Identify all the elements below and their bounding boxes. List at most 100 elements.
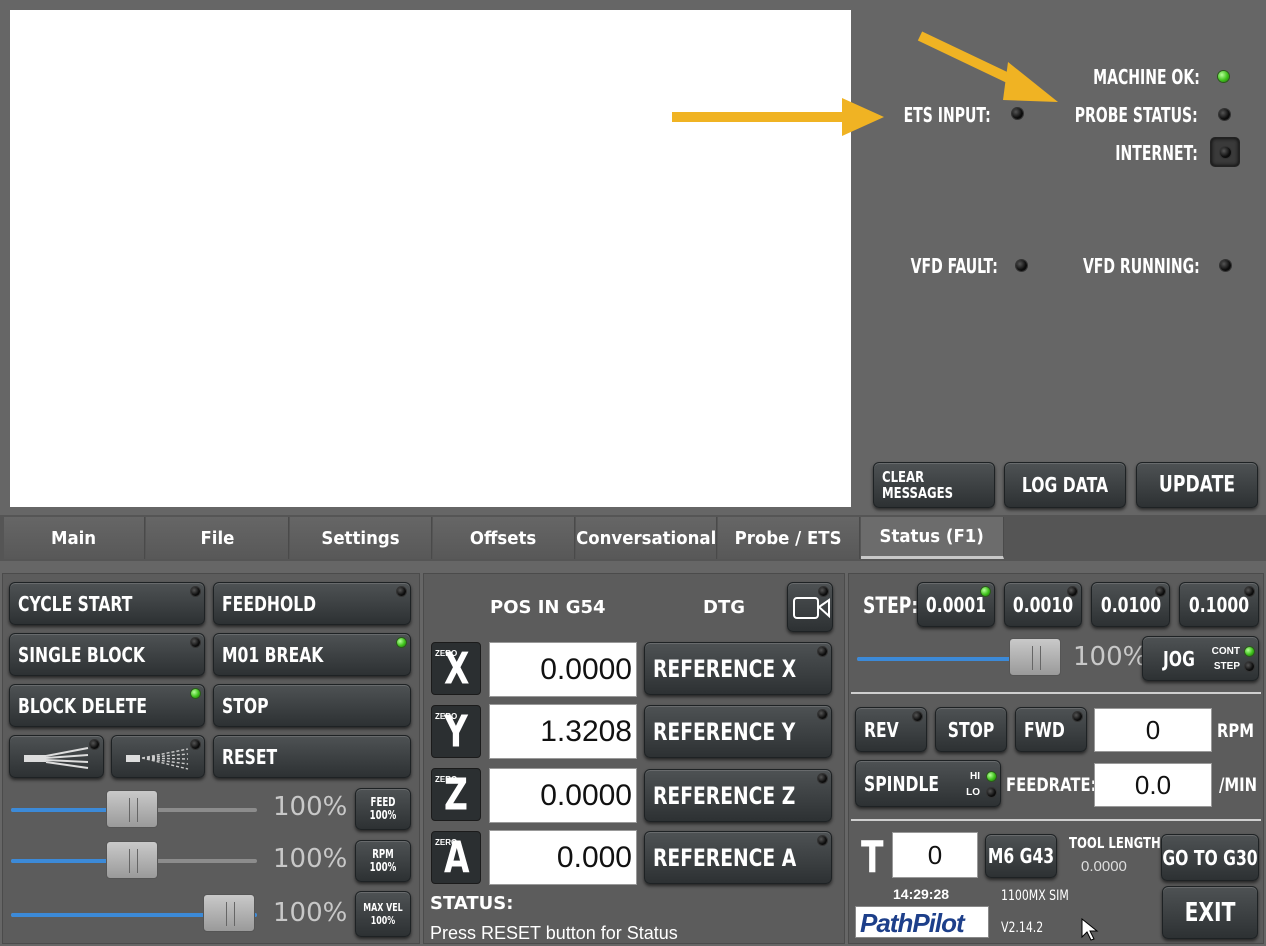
cycle-start-button[interactable]: CYCLE START <box>9 582 205 625</box>
feed-reset-button[interactable]: FEED 100% <box>355 788 411 830</box>
step-1000-button[interactable]: 0.1000 <box>1179 582 1259 627</box>
program-control-panel: CYCLE START FEEDHOLD SINGLE BLOCK M01 BR… <box>2 573 420 944</box>
rev-led <box>913 712 922 721</box>
fwd-label: FWD <box>1024 717 1065 742</box>
hi-label: HI <box>970 771 980 782</box>
feed-percent: 100% <box>273 792 348 822</box>
lo-led <box>987 788 996 797</box>
zero-y-button[interactable]: ZERO Y <box>431 705 481 758</box>
tab-probe-ets[interactable]: Probe / ETS <box>718 517 860 559</box>
status-message: Press RESET button for Status <box>430 923 678 943</box>
cycle-start-label: CYCLE START <box>18 591 133 616</box>
feedrate-field[interactable]: 0.0 <box>1094 763 1212 807</box>
y-position-field[interactable]: 1.3208 <box>489 704 637 759</box>
go-to-g30-button[interactable]: GO TO G30 <box>1161 834 1259 881</box>
block-delete-button[interactable]: BLOCK DELETE <box>9 684 205 727</box>
divider <box>851 819 1261 821</box>
vfd-fault-led <box>1016 260 1027 271</box>
cycle-start-led <box>191 587 200 596</box>
tab-settings[interactable]: Settings <box>290 517 432 559</box>
tab-offsets[interactable]: Offsets <box>433 517 575 559</box>
divider <box>851 692 1261 694</box>
tab-label: Probe / ETS <box>735 527 842 549</box>
go-to-g30-label: GO TO G30 <box>1162 845 1258 870</box>
lo-label: LO <box>966 787 980 798</box>
spindle-rev-button[interactable]: REV <box>855 707 927 752</box>
reset-button[interactable]: RESET <box>213 735 411 778</box>
jog-slider-thumb[interactable] <box>1009 638 1061 676</box>
x-position-field[interactable]: 0.0000 <box>489 642 637 697</box>
step-0001-button[interactable]: 0.0001 <box>917 582 995 627</box>
mist-led <box>191 740 200 749</box>
zero-a-button[interactable]: ZERO A <box>431 831 481 884</box>
zero-label: ZERO <box>435 838 458 847</box>
zero-z-button[interactable]: ZERO Z <box>431 768 481 821</box>
update-button[interactable]: UPDATE <box>1136 462 1258 508</box>
probe-status-label: PROBE STATUS: <box>1074 103 1198 127</box>
a-position-field[interactable]: 0.000 <box>489 830 637 885</box>
dtg-header: DTG <box>703 597 745 618</box>
spindle-stop-button[interactable]: STOP <box>935 707 1007 752</box>
z-position-field[interactable]: 0.0000 <box>489 768 637 823</box>
step-0010-led <box>1068 587 1077 596</box>
spindle-fwd-button[interactable]: FWD <box>1015 707 1087 752</box>
feedhold-button[interactable]: FEEDHOLD <box>213 582 411 625</box>
feed-slider-thumb[interactable] <box>106 790 158 828</box>
zero-x-button[interactable]: ZERO X <box>431 642 481 695</box>
camera-icon <box>793 597 830 619</box>
tool-number-field[interactable]: 0 <box>892 832 978 878</box>
spindle-range-button[interactable]: SPINDLE HI LO <box>855 760 1001 807</box>
exit-button[interactable]: EXIT <box>1162 886 1258 939</box>
mouse-pointer-icon <box>1081 918 1099 941</box>
tab-file[interactable]: File <box>146 517 289 559</box>
tab-main[interactable]: Main <box>4 517 145 559</box>
log-data-button[interactable]: LOG DATA <box>1004 462 1126 508</box>
stop-button[interactable]: STOP <box>213 684 411 727</box>
tab-conversational[interactable]: Conversational <box>576 517 717 559</box>
m01-break-button[interactable]: M01 BREAK <box>213 633 411 676</box>
reference-y-button[interactable]: REFERENCE Y <box>644 705 832 758</box>
reset-label: RESET <box>222 744 278 769</box>
reference-x-button[interactable]: REFERENCE X <box>644 642 832 695</box>
rev-label: REV <box>864 717 899 742</box>
rpm-field[interactable]: 0 <box>1094 708 1212 752</box>
feed-reset-label: FEED 100% <box>369 795 397 822</box>
step-0010-button[interactable]: 0.0010 <box>1004 582 1082 627</box>
log-data-label: LOG DATA <box>1021 473 1109 497</box>
step-0100-button[interactable]: 0.0100 <box>1091 582 1170 627</box>
machine-ok-led <box>1218 71 1229 82</box>
maxvel-slider-thumb[interactable] <box>203 894 255 932</box>
tab-label: Settings <box>321 527 400 549</box>
maxvel-reset-button[interactable]: MAX VEL 100% <box>355 891 411 937</box>
reference-z-label: REFERENCE Z <box>653 781 796 810</box>
status-label: STATUS: <box>430 893 514 914</box>
coolant-mist-button[interactable] <box>111 735 205 778</box>
feedhold-label: FEEDHOLD <box>222 591 317 616</box>
reference-a-button[interactable]: REFERENCE A <box>644 831 832 884</box>
clear-messages-button[interactable]: CLEAR MESSAGES <box>873 462 995 508</box>
single-block-led <box>191 638 200 647</box>
zero-label: ZERO <box>435 649 458 658</box>
rpm-reset-button[interactable]: RPM 100% <box>355 840 411 882</box>
arrow-annotation-icon <box>672 98 884 136</box>
spindle-stop-label: STOP <box>947 717 995 742</box>
tab-status[interactable]: Status (F1) <box>861 517 1004 559</box>
camera-button[interactable] <box>787 582 833 632</box>
coolant-flood-button[interactable] <box>9 735 104 778</box>
arrow-annotation-icon <box>917 31 1058 102</box>
reference-z-button[interactable]: REFERENCE Z <box>644 769 832 822</box>
probe-status-led <box>1219 109 1230 120</box>
flood-coolant-icon <box>24 747 89 769</box>
jog-mode-button[interactable]: JOG CONT STEP <box>1142 636 1259 681</box>
machine-ok-label: MACHINE OK: <box>1093 65 1200 89</box>
vfd-fault-label: VFD FAULT: <box>910 254 998 278</box>
rpm-slider-thumb[interactable] <box>106 841 158 879</box>
single-block-button[interactable]: SINGLE BLOCK <box>9 633 205 676</box>
flood-led <box>90 740 99 749</box>
reference-x-label: REFERENCE X <box>653 654 797 683</box>
hi-led <box>987 772 996 781</box>
internet-led <box>1220 147 1231 158</box>
tab-label: Offsets <box>470 527 537 549</box>
m6-g43-button[interactable]: M6 G43 <box>985 834 1057 878</box>
axis-letter-z: Z <box>444 769 468 820</box>
